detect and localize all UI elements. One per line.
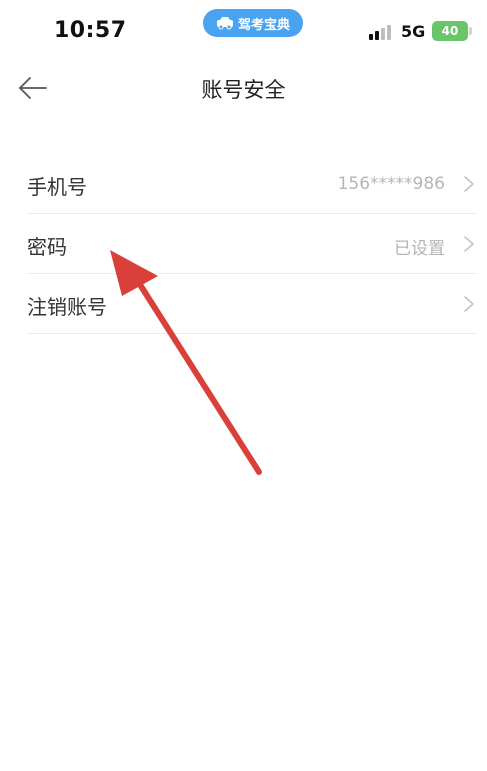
battery-indicator: 40 bbox=[432, 21, 468, 41]
app-indicator-pill[interactable]: 驾考宝典 bbox=[203, 9, 303, 37]
phone-number-row[interactable]: 手机号 156*****986 bbox=[27, 154, 477, 214]
settings-list: 手机号 156*****986 密码 已设置 注销账号 bbox=[27, 154, 477, 334]
car-icon bbox=[216, 17, 233, 30]
row-label: 手机号 bbox=[27, 175, 87, 199]
page-title: 账号安全 bbox=[201, 78, 286, 102]
chevron-right-icon bbox=[464, 296, 474, 312]
signal-strength-icon bbox=[369, 25, 391, 40]
password-row[interactable]: 密码 已设置 bbox=[27, 214, 477, 274]
battery-level: 40 bbox=[441, 24, 459, 38]
chevron-right-icon bbox=[464, 236, 474, 252]
phone-screen: 10:57 驾考宝典 5G 40 账号安全 手机号 156*****986 密码… bbox=[0, 0, 487, 771]
row-label: 密码 bbox=[27, 235, 67, 259]
app-pill-label: 驾考宝典 bbox=[237, 17, 290, 33]
row-value: 已设置 bbox=[394, 239, 445, 259]
network-type: 5G bbox=[401, 22, 426, 41]
delete-account-row[interactable]: 注销账号 bbox=[27, 274, 477, 334]
annotation-arrow bbox=[110, 250, 262, 475]
row-value: 156*****986 bbox=[337, 174, 445, 194]
chevron-right-icon bbox=[464, 176, 474, 192]
battery-nub bbox=[469, 27, 472, 35]
row-label: 注销账号 bbox=[27, 295, 107, 319]
status-time: 10:57 bbox=[54, 18, 127, 43]
